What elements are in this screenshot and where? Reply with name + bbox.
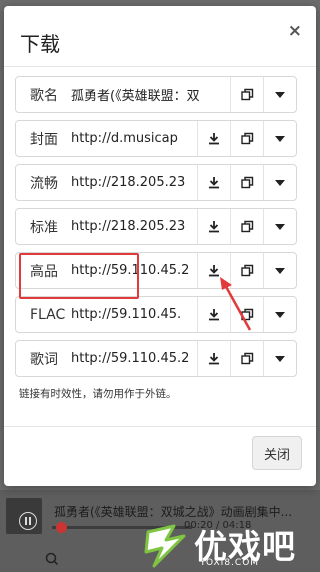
row-label: 高品 bbox=[30, 263, 58, 280]
download-icon[interactable] bbox=[197, 209, 230, 244]
caret-down-icon[interactable] bbox=[263, 165, 296, 200]
copy-icon[interactable] bbox=[230, 341, 263, 376]
logo-icon bbox=[144, 524, 186, 568]
link-row: 歌词 http://59.110.45.2 bbox=[15, 340, 297, 377]
row-label: 流畅 bbox=[30, 175, 58, 192]
copy-icon[interactable] bbox=[230, 209, 263, 244]
caret-down-icon[interactable] bbox=[263, 253, 296, 288]
link-field[interactable]: http://d.musicap bbox=[71, 131, 197, 146]
link-row: FLAC http://59.110.45. bbox=[15, 296, 297, 333]
link-list: 歌名 孤勇者(《英雄联盟：双封面 http://d.musicap 流畅 http://… bbox=[15, 76, 297, 384]
link-row: 流畅 http://218.205.23 bbox=[15, 164, 297, 201]
caret-down-icon[interactable] bbox=[263, 209, 296, 244]
header-divider bbox=[4, 66, 316, 67]
row-actions bbox=[197, 209, 296, 244]
link-row: 标准 http://218.205.23 bbox=[15, 208, 297, 245]
row-label: 封面 bbox=[30, 131, 58, 148]
dialog-header: 下载 × bbox=[4, 6, 316, 68]
link-field[interactable]: http://59.110.45.2 bbox=[71, 263, 197, 278]
copy-icon[interactable] bbox=[230, 297, 263, 332]
link-field[interactable]: http://59.110.45. bbox=[71, 307, 197, 322]
link-field[interactable]: http://59.110.45.2 bbox=[71, 351, 197, 366]
copy-icon[interactable] bbox=[230, 253, 263, 288]
download-icon[interactable] bbox=[197, 253, 230, 288]
row-label: FLAC bbox=[30, 306, 66, 323]
close-icon[interactable]: × bbox=[288, 23, 302, 40]
row-label: 歌名 bbox=[30, 87, 58, 104]
footer-divider bbox=[4, 426, 316, 427]
link-field[interactable]: 孤勇者(《英雄联盟：双 bbox=[71, 85, 230, 104]
progress-handle[interactable] bbox=[56, 522, 67, 533]
watermark-url: YOXI8.COM bbox=[200, 558, 260, 568]
pause-button[interactable] bbox=[19, 512, 37, 530]
close-button[interactable]: 关闭 bbox=[252, 436, 302, 470]
link-row: 封面 http://d.musicap bbox=[15, 120, 297, 157]
row-actions bbox=[197, 165, 296, 200]
caret-down-icon[interactable] bbox=[263, 121, 296, 156]
link-field[interactable]: http://218.205.23 bbox=[71, 175, 197, 190]
download-icon[interactable] bbox=[197, 297, 230, 332]
pause-icon bbox=[25, 517, 31, 525]
copy-icon[interactable] bbox=[230, 77, 263, 112]
song-title: 孤勇者(《英雄联盟：双城之战》动画剧集中... bbox=[54, 505, 293, 519]
row-actions bbox=[197, 121, 296, 156]
row-label: 标准 bbox=[30, 219, 58, 236]
download-icon[interactable] bbox=[197, 165, 230, 200]
download-icon[interactable] bbox=[197, 341, 230, 376]
link-row: 歌名 孤勇者(《英雄联盟：双 bbox=[15, 76, 297, 113]
caret-down-icon[interactable] bbox=[263, 341, 296, 376]
row-actions bbox=[197, 341, 296, 376]
download-icon[interactable] bbox=[197, 121, 230, 156]
copy-icon[interactable] bbox=[230, 165, 263, 200]
search-icon[interactable] bbox=[45, 552, 59, 566]
link-row: 高品 http://59.110.45.2 bbox=[15, 252, 297, 289]
link-field[interactable]: http://218.205.23 bbox=[71, 219, 197, 234]
copy-icon[interactable] bbox=[230, 121, 263, 156]
row-label: 歌词 bbox=[30, 351, 58, 368]
row-actions bbox=[197, 253, 296, 288]
caret-down-icon[interactable] bbox=[263, 77, 296, 112]
row-actions bbox=[197, 297, 296, 332]
expiry-note: 链接有时效性，请勿用作于外链。 bbox=[19, 388, 177, 400]
caret-down-icon[interactable] bbox=[263, 297, 296, 332]
dialog-title: 下载 bbox=[20, 32, 60, 56]
row-actions bbox=[230, 77, 296, 112]
